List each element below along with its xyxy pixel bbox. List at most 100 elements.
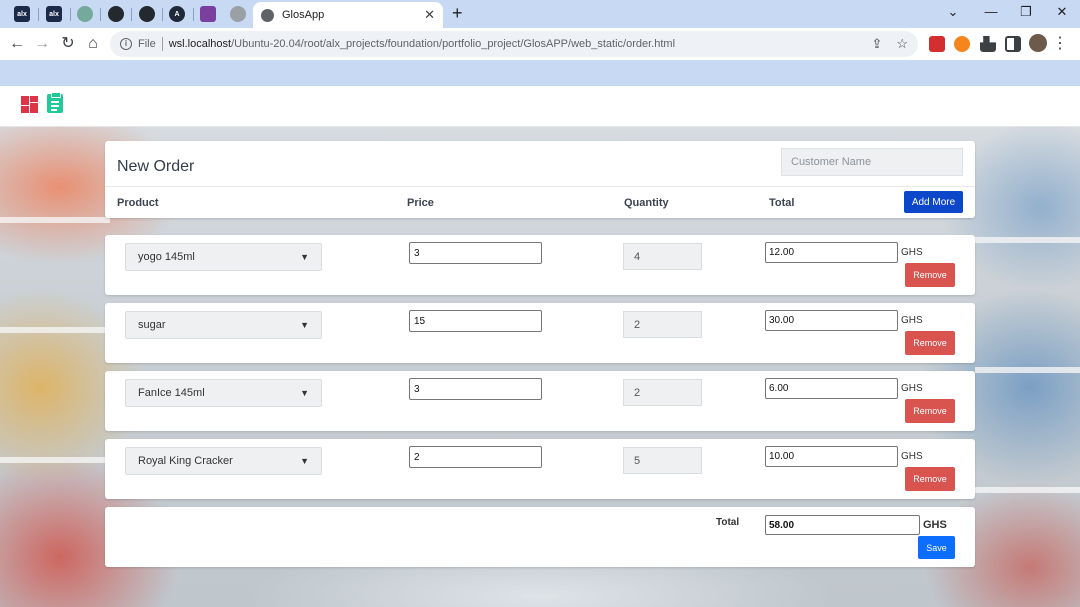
grand-currency-label: GHS <box>923 519 947 531</box>
bookmarks-bar <box>0 60 1080 86</box>
forward-icon[interactable]: → <box>32 34 52 54</box>
order-row: sugar ▼ 2 GHS Remove <box>105 303 975 363</box>
shelf-right <box>975 237 1080 243</box>
chatgpt-icon <box>77 6 93 22</box>
tab-divider <box>162 8 163 21</box>
browser-toolbar: ← → ↻ ⌂ i File wsl.localhost /Ubuntu-20.… <box>0 28 1080 60</box>
customer-name-input[interactable] <box>781 148 963 176</box>
browser-tabstrip: alx alx A GlosApp ✕ + ⌄ — ❐ ✕ <box>0 0 1080 28</box>
price-input[interactable] <box>409 310 542 332</box>
row-total-input[interactable] <box>765 446 898 467</box>
bookmark-star-icon[interactable]: ☆ <box>896 36 908 52</box>
pinned-tab-site[interactable] <box>196 4 220 24</box>
github-icon <box>108 6 124 22</box>
remove-button[interactable]: Remove <box>905 399 955 423</box>
tab-divider <box>131 8 132 21</box>
quantity-field[interactable]: 2 <box>623 379 702 406</box>
active-tab[interactable]: GlosApp ✕ <box>253 2 443 28</box>
price-input[interactable] <box>409 446 542 468</box>
menu-kebab-icon[interactable]: ⋮ <box>1052 34 1068 54</box>
chevron-down-icon: ▼ <box>300 320 309 330</box>
profile-avatar[interactable] <box>1029 34 1047 52</box>
globe-icon <box>230 6 246 22</box>
clipboard-icon[interactable] <box>47 92 63 113</box>
product-select-value: Royal King Cracker <box>138 455 233 467</box>
dashboard-icon[interactable] <box>21 96 38 113</box>
add-more-button[interactable]: Add More <box>904 191 963 213</box>
tab-search-icon[interactable]: ⌄ <box>943 4 963 20</box>
currency-label: GHS <box>901 451 923 462</box>
shelf-left <box>0 327 110 333</box>
pinned-tab-alx-2[interactable]: alx <box>42 4 66 24</box>
pinned-tab-globe[interactable] <box>226 4 250 24</box>
quantity-field[interactable]: 2 <box>623 311 702 338</box>
order-row: yogo 145ml ▼ 4 GHS Remove <box>105 235 975 295</box>
quantity-field[interactable]: 4 <box>623 243 702 270</box>
close-tab-icon[interactable]: ✕ <box>424 7 435 23</box>
grand-total-input[interactable] <box>765 515 920 535</box>
header-divider <box>105 186 975 187</box>
extension-red-icon[interactable] <box>929 36 945 52</box>
currency-label: GHS <box>901 315 923 326</box>
metamask-icon[interactable] <box>954 36 970 52</box>
url-host: wsl.localhost <box>168 38 232 50</box>
app-navbar <box>0 86 1080 127</box>
product-select[interactable]: yogo 145ml ▼ <box>125 243 322 271</box>
reload-icon[interactable]: ↻ <box>58 34 78 54</box>
price-input[interactable] <box>409 242 542 264</box>
pinned-tab-alx[interactable]: alx <box>10 4 34 24</box>
new-tab-icon[interactable]: + <box>452 3 463 24</box>
product-select-value: yogo 145ml <box>138 251 195 263</box>
remove-button[interactable]: Remove <box>905 331 955 355</box>
pinned-tab-arch[interactable]: A <box>165 4 189 24</box>
column-header-quantity: Quantity <box>624 197 669 209</box>
price-input[interactable] <box>409 378 542 400</box>
row-total-input[interactable] <box>765 310 898 331</box>
info-icon[interactable]: i <box>120 38 132 50</box>
alx-icon: alx <box>46 6 62 22</box>
row-total-input[interactable] <box>765 378 898 399</box>
column-header-product: Product <box>117 197 159 209</box>
quantity-field[interactable]: 5 <box>623 447 702 474</box>
url-path: /Ubuntu-20.04/root/alx_projects/foundati… <box>231 38 676 50</box>
remove-button[interactable]: Remove <box>905 467 955 491</box>
site-icon <box>200 6 216 22</box>
tab-divider <box>193 8 194 21</box>
github-icon <box>139 6 155 22</box>
product-select[interactable]: Royal King Cracker ▼ <box>125 447 322 475</box>
restore-icon[interactable]: ❐ <box>1016 4 1036 20</box>
product-select[interactable]: sugar ▼ <box>125 311 322 339</box>
row-total-input[interactable] <box>765 242 898 263</box>
back-icon[interactable]: ← <box>7 34 27 54</box>
pinned-tab-github[interactable] <box>104 4 128 24</box>
pinned-tab-github-2[interactable] <box>135 4 159 24</box>
side-panel-icon[interactable] <box>1005 36 1021 52</box>
address-bar[interactable]: i File wsl.localhost /Ubuntu-20.04/root/… <box>110 31 918 57</box>
column-header-price: Price <box>407 197 434 209</box>
currency-label: GHS <box>901 383 923 394</box>
order-header-card: New Order Product Price Quantity Total A… <box>105 141 975 218</box>
shelf-left <box>0 457 110 463</box>
extensions-puzzle-icon[interactable] <box>980 36 996 52</box>
column-header-total: Total <box>769 197 795 209</box>
pinned-tab-chatgpt[interactable] <box>73 4 97 24</box>
tab-divider <box>38 8 39 21</box>
chevron-down-icon: ▼ <box>300 456 309 466</box>
home-icon[interactable]: ⌂ <box>83 34 103 54</box>
minimize-icon[interactable]: — <box>981 4 1001 19</box>
remove-button[interactable]: Remove <box>905 263 955 287</box>
close-window-icon[interactable]: ✕ <box>1052 4 1072 20</box>
page-title: New Order <box>117 158 195 175</box>
tab-divider <box>100 8 101 21</box>
order-total-card: Total GHS Save <box>105 507 975 567</box>
product-select[interactable]: FanIce 145ml ▼ <box>125 379 322 407</box>
chevron-down-icon: ▼ <box>300 388 309 398</box>
shelf-right <box>975 367 1080 373</box>
order-row: FanIce 145ml ▼ 2 GHS Remove <box>105 371 975 431</box>
active-tab-title: GlosApp <box>282 9 325 21</box>
order-row: Royal King Cracker ▼ 5 GHS Remove <box>105 439 975 499</box>
save-button[interactable]: Save <box>918 536 955 559</box>
share-icon[interactable]: ⇪ <box>871 36 882 52</box>
globe-icon <box>261 8 274 22</box>
shelf-left <box>0 217 110 223</box>
